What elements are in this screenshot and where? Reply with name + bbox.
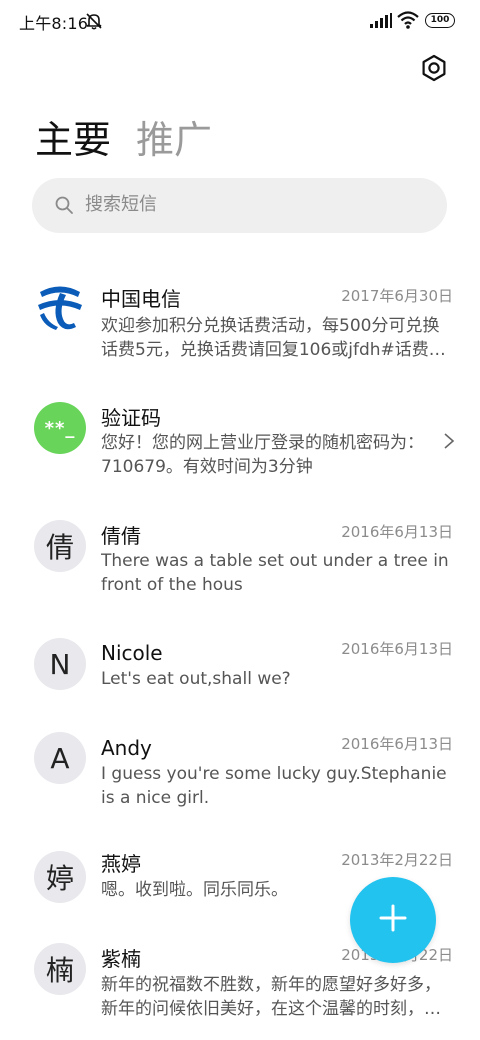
mute-bell-icon bbox=[84, 11, 104, 31]
conversation-item-nicole[interactable]: N Nicole 2016年6月13日 Let's eat out,shall … bbox=[0, 636, 480, 696]
conversation-item-china-telecom[interactable]: 中国电信 2017年6月30日 欢迎参加积分兑换话费活动，每500分可兑换话费5… bbox=[0, 280, 480, 375]
sender-name: 倩倩 bbox=[101, 524, 141, 548]
conversation-item-qianqian[interactable]: 倩 倩倩 2016年6月13日 There was a table set ou… bbox=[0, 518, 480, 608]
chevron-right-icon bbox=[443, 432, 455, 450]
tab-promo[interactable]: 推广 bbox=[136, 116, 212, 164]
message-preview: Let's eat out,shall we? bbox=[101, 669, 291, 689]
settings-button[interactable] bbox=[416, 52, 452, 88]
sender-name: 验证码 bbox=[101, 406, 161, 430]
battery-icon: 100 bbox=[425, 13, 455, 28]
search-placeholder: 搜索短信 bbox=[85, 194, 157, 215]
avatar: N bbox=[34, 638, 86, 690]
status-bar: 上午8:16 100 bbox=[0, 0, 480, 40]
sender-name: 紫楠 bbox=[101, 947, 141, 971]
avatar: 楠 bbox=[34, 943, 86, 995]
message-date: 2013年2月22日 bbox=[341, 851, 453, 869]
message-date: 2016年6月13日 bbox=[341, 735, 453, 753]
message-preview: I guess you're some lucky guy.Stephanie … bbox=[101, 764, 447, 808]
conversation-item-andy[interactable]: A Andy 2016年6月13日 I guess you're some lu… bbox=[0, 732, 480, 822]
avatar: 倩 bbox=[34, 520, 86, 572]
sender-name: Andy bbox=[101, 736, 152, 760]
plus-icon bbox=[378, 903, 408, 937]
message-preview: 欢迎参加积分兑换话费活动，每500分可兑换话费5元，兑换话费请回复106或jfd… bbox=[101, 316, 446, 360]
tab-primary[interactable]: 主要 bbox=[35, 116, 111, 164]
new-message-button[interactable] bbox=[350, 877, 436, 963]
avatar: A bbox=[34, 732, 86, 784]
message-date: 2016年6月13日 bbox=[341, 640, 453, 658]
search-icon bbox=[54, 195, 74, 215]
message-date: 2016年6月13日 bbox=[341, 523, 453, 541]
message-date: 2017年6月30日 bbox=[341, 287, 453, 305]
signal-icon bbox=[369, 13, 393, 29]
china-telecom-logo-icon bbox=[34, 283, 86, 335]
conversation-item-verification-code[interactable]: **_ 验证码 您好！您的网上营业厅登录的随机密码为：710679。有效时间为3… bbox=[0, 400, 480, 490]
avatar: **_ bbox=[34, 402, 86, 454]
avatar: 婷 bbox=[34, 851, 86, 903]
status-time: 上午8:16 bbox=[19, 14, 89, 33]
wifi-icon bbox=[397, 10, 419, 30]
message-preview: 新年的祝福数不胜数，新年的愿望好多好多，新年的问候依旧美好，在这个温馨的时刻，… bbox=[101, 975, 441, 1019]
search-input[interactable]: 搜索短信 bbox=[32, 178, 447, 233]
message-preview: There was a table set out under a tree i… bbox=[101, 551, 449, 595]
message-preview: 您好！您的网上营业厅登录的随机密码为：710679。有效时间为3分钟 bbox=[101, 433, 424, 477]
sender-name: 燕婷 bbox=[101, 852, 141, 876]
sender-name: Nicole bbox=[101, 641, 163, 665]
sender-name: 中国电信 bbox=[101, 287, 181, 311]
settings-hexagon-icon bbox=[419, 53, 449, 87]
